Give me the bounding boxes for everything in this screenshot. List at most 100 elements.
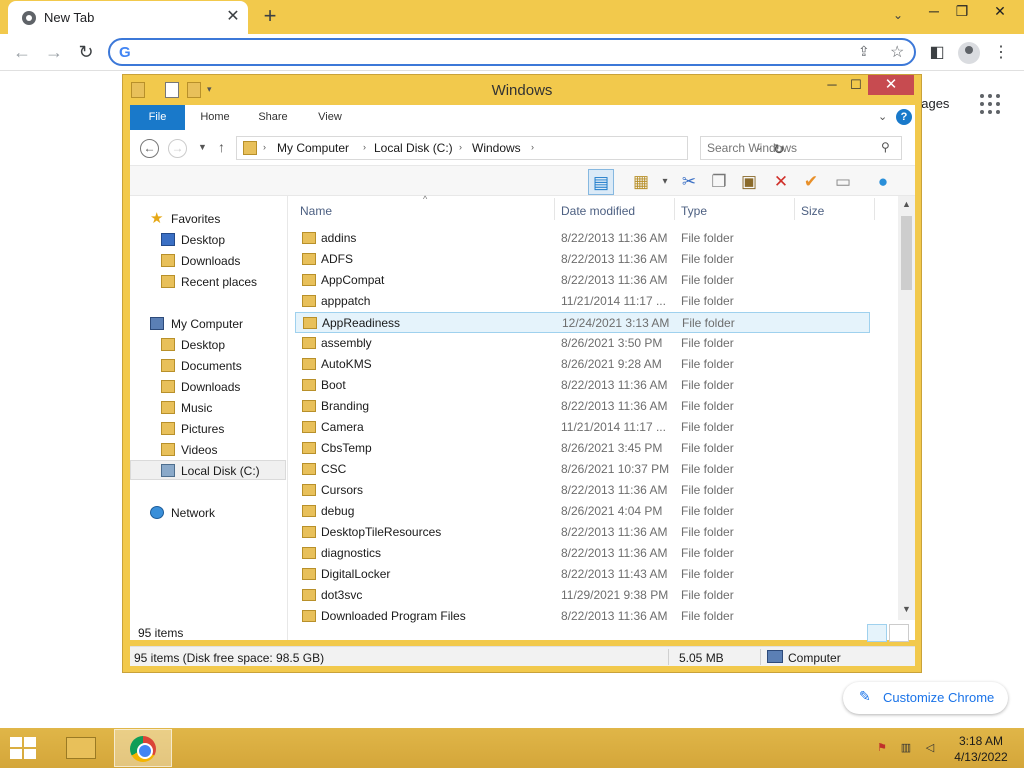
- search-input[interactable]: [707, 140, 877, 156]
- reload-button[interactable]: ↻: [73, 39, 99, 65]
- table-row[interactable]: CSC 8/26/2021 10:37 PM File folder: [295, 459, 870, 480]
- taskbar-file-explorer[interactable]: [52, 729, 110, 767]
- nav-item-desktop[interactable]: Desktop: [130, 230, 286, 250]
- explorer-close-button[interactable]: ✕: [868, 75, 914, 95]
- nav-item-pictures[interactable]: Pictures: [130, 419, 286, 439]
- table-row[interactable]: Boot 8/22/2013 11:36 AM File folder: [295, 375, 870, 396]
- scrollbar-thumb[interactable]: [901, 216, 912, 290]
- restore-button[interactable]: ❐: [946, 0, 978, 22]
- column-divider[interactable]: [554, 198, 555, 220]
- action-center-flag-icon[interactable]: ⚑: [875, 741, 889, 755]
- nav-item-network[interactable]: Network: [130, 503, 286, 523]
- globe-icon[interactable]: ●: [870, 169, 896, 195]
- column-header-size[interactable]: Size: [801, 204, 824, 218]
- side-panel-icon[interactable]: ◧: [926, 42, 948, 64]
- taskbar-chrome[interactable]: [114, 729, 172, 767]
- forward-button[interactable]: →: [41, 39, 67, 65]
- table-row[interactable]: DesktopTileResources 8/22/2013 11:36 AM Fi…: [295, 522, 870, 543]
- explorer-forward-button[interactable]: →: [168, 139, 187, 158]
- help-icon[interactable]: ?: [896, 109, 912, 125]
- cut-icon[interactable]: ✂: [676, 169, 702, 195]
- breadcrumb-windows[interactable]: Windows: [472, 141, 521, 155]
- explorer-back-button[interactable]: ←: [140, 139, 159, 158]
- table-row[interactable]: DigitalLocker 8/22/2013 11:43 AM File fold…: [295, 564, 870, 585]
- column-header-name[interactable]: Name: [300, 204, 332, 218]
- table-row[interactable]: Camera 11/21/2014 11:17 ... File folder: [295, 417, 870, 438]
- delete-icon[interactable]: ✕: [768, 169, 794, 195]
- table-row[interactable]: addins 8/22/2013 11:36 AM File folder: [295, 228, 870, 249]
- tab-view[interactable]: View: [310, 105, 350, 130]
- address-bar[interactable]: G ⇪ ☆: [108, 38, 916, 66]
- details-view-button[interactable]: [867, 624, 887, 642]
- table-row[interactable]: Cursors 8/22/2013 11:36 AM File folder: [295, 480, 870, 501]
- bookmark-star-icon[interactable]: ☆: [890, 42, 904, 62]
- tab-search-chevron-icon[interactable]: ⌄: [888, 8, 908, 26]
- nav-item-videos[interactable]: Videos: [130, 440, 286, 460]
- taskbar-clock[interactable]: 3:18 AM 4/13/2022: [950, 733, 1012, 765]
- column-divider[interactable]: [674, 198, 675, 220]
- table-row[interactable]: ADFS 8/22/2013 11:36 AM File folder: [295, 249, 870, 270]
- search-windows-box[interactable]: ⚲: [700, 136, 902, 160]
- column-header-date-modified[interactable]: Date modified: [561, 204, 635, 218]
- table-row[interactable]: diagnostics 8/22/2013 11:36 AM File folder: [295, 543, 870, 564]
- table-row[interactable]: Branding 8/22/2013 11:36 AM File folder: [295, 396, 870, 417]
- tab-close-button[interactable]: ✕: [224, 8, 242, 26]
- breadcrumb-separator-icon[interactable]: ›: [363, 142, 366, 152]
- nav-item-recent-places[interactable]: Recent places: [130, 272, 286, 292]
- explorer-minimize-button[interactable]: ─: [821, 75, 843, 95]
- customize-chrome-button[interactable]: ✎ Customize Chrome: [843, 682, 1008, 714]
- table-row[interactable]: assembly 8/26/2021 3:50 PM File folder: [295, 333, 870, 354]
- table-row[interactable]: dot3svc 11/29/2021 9:38 PM File folder: [295, 585, 870, 606]
- tab-home[interactable]: Home: [194, 105, 236, 130]
- up-one-level-icon[interactable]: ↑: [218, 139, 225, 155]
- table-row[interactable]: AutoKMS 8/26/2021 9:28 AM File folder: [295, 354, 870, 375]
- start-button[interactable]: [10, 737, 38, 759]
- nav-item-music[interactable]: Music: [130, 398, 286, 418]
- profile-avatar[interactable]: [958, 42, 980, 64]
- column-divider[interactable]: [874, 198, 875, 220]
- nav-item-local-disk[interactable]: Local Disk (C:): [130, 460, 286, 480]
- google-apps-icon[interactable]: [980, 94, 1000, 114]
- tab-share[interactable]: Share: [252, 105, 294, 130]
- breadcrumb-separator-icon[interactable]: ›: [459, 142, 462, 152]
- vertical-scrollbar[interactable]: ▲ ▼: [898, 196, 915, 620]
- nav-item-my-computer[interactable]: My Computer: [130, 314, 286, 334]
- folder-options-icon[interactable]: ▦: [628, 169, 654, 195]
- table-row[interactable]: debug 8/26/2021 4:04 PM File folder: [295, 501, 870, 522]
- column-divider[interactable]: [794, 198, 795, 220]
- search-icon[interactable]: ⚲: [881, 140, 890, 154]
- nav-item-downloads[interactable]: Downloads: [130, 377, 286, 397]
- table-row[interactable]: Downloaded Program Files 8/22/2013 11:36 …: [295, 606, 870, 627]
- tab-file[interactable]: File: [130, 105, 185, 130]
- back-button[interactable]: ←: [9, 39, 35, 65]
- explorer-address-bar[interactable]: › My Computer › Local Disk (C:) › Window…: [236, 136, 785, 160]
- options-chevron-icon[interactable]: ▾: [652, 169, 678, 195]
- nav-item-favorites[interactable]: ★ Favorites: [130, 209, 286, 229]
- table-row[interactable]: apppatch 11/21/2014 11:17 ... File folder: [295, 291, 870, 312]
- column-header-type[interactable]: Type: [681, 204, 707, 218]
- breadcrumb-separator-icon[interactable]: ›: [263, 142, 266, 152]
- large-icons-view-button[interactable]: [889, 624, 909, 642]
- tab-new-tab[interactable]: New Tab ✕: [8, 1, 248, 34]
- table-row[interactable]: CbsTemp 8/26/2021 3:45 PM File folder: [295, 438, 870, 459]
- close-window-button[interactable]: ✕: [984, 0, 1016, 22]
- chrome-menu-icon[interactable]: ⋮: [990, 42, 1012, 64]
- volume-muted-icon[interactable]: ◁: [923, 741, 937, 755]
- nav-item-downloads[interactable]: Downloads: [130, 251, 286, 271]
- nav-item-desktop[interactable]: Desktop: [130, 335, 286, 355]
- expand-ribbon-chevron-icon[interactable]: ⌄: [878, 110, 887, 123]
- table-row[interactable]: AppReadiness 12/24/2021 3:13 AM File folde…: [295, 312, 870, 333]
- rename-icon[interactable]: ▭: [830, 169, 856, 195]
- nav-item-documents[interactable]: Documents: [130, 356, 286, 376]
- new-tab-button[interactable]: +: [258, 4, 282, 28]
- share-icon[interactable]: ⇪: [858, 43, 870, 60]
- breadcrumb-my-computer[interactable]: My Computer: [277, 141, 349, 155]
- table-row[interactable]: AppCompat 8/22/2013 11:36 AM File folder: [295, 270, 870, 291]
- copy-icon[interactable]: ❐: [706, 169, 732, 195]
- breadcrumb-local-disk[interactable]: Local Disk (C:): [374, 141, 453, 155]
- network-status-icon[interactable]: ▥: [899, 741, 913, 755]
- preview-pane-icon[interactable]: ▤: [588, 169, 614, 195]
- paste-icon[interactable]: ▣: [736, 169, 762, 195]
- scroll-down-chevron-icon[interactable]: ▼: [901, 604, 912, 614]
- explorer-maximize-button[interactable]: ☐: [845, 75, 867, 95]
